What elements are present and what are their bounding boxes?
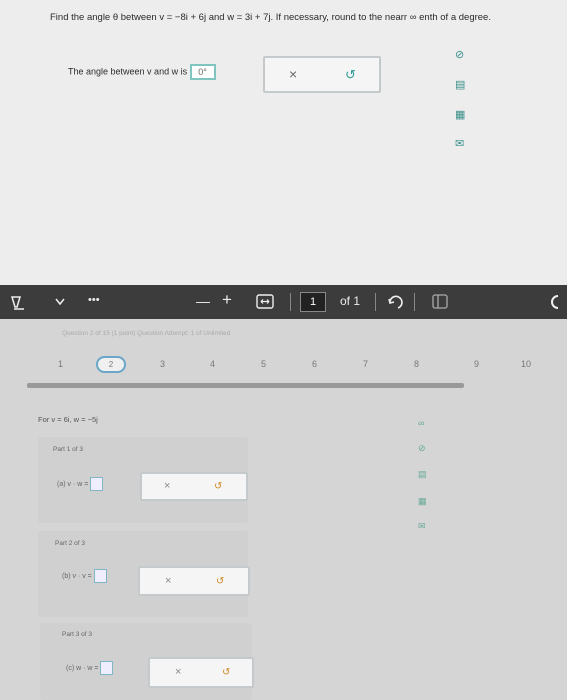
part-1-title: Part 1 of 3 xyxy=(53,446,83,453)
part-2-clear-button[interactable]: × xyxy=(165,575,171,587)
answer-line: The angle between v and w is 0° xyxy=(68,64,216,80)
part-2-label: (b) v · v = xyxy=(62,572,92,580)
part-1-controls: × ↺ xyxy=(140,472,248,501)
zoom-out-button[interactable]: — xyxy=(196,293,210,309)
question-nav-8[interactable]: 8 xyxy=(414,359,419,369)
infinity-icon[interactable]: ∞ xyxy=(418,418,424,428)
question-nav-4[interactable]: 4 xyxy=(210,359,215,369)
page-view-icon[interactable] xyxy=(432,294,448,309)
question-nav-10[interactable]: 10 xyxy=(521,359,531,369)
pdf-toolbar: ••• — + 1 of 1 xyxy=(0,285,567,319)
undo-button[interactable]: ↺ xyxy=(345,67,356,83)
question-nav-2[interactable]: 2 xyxy=(96,356,126,373)
part-2-prompt: (b) v · v = xyxy=(62,569,107,583)
chevron-down-icon[interactable] xyxy=(55,298,65,306)
divider xyxy=(414,293,415,311)
check-icon[interactable]: ⊘ xyxy=(418,443,426,454)
answer-controls: × ↺ xyxy=(263,56,381,93)
question-info: Question 2 of 15 (1 point) Question Atte… xyxy=(62,330,231,337)
part-1-prompt: (a) v · w = xyxy=(57,477,104,491)
part-2-undo-button[interactable]: ↺ xyxy=(216,576,224,587)
question-nav-1[interactable]: 1 xyxy=(58,359,63,369)
fit-page-icon[interactable] xyxy=(256,294,274,309)
current-question-area: Question 2 of 15 (1 point) Question Atte… xyxy=(0,319,567,700)
part-2-title: Part 2 of 3 xyxy=(55,540,85,547)
part-2-input[interactable] xyxy=(93,569,107,583)
mail-icon[interactable]: ✉ xyxy=(418,521,426,532)
question-nav-6[interactable]: 6 xyxy=(312,359,317,369)
part-3-undo-button[interactable]: ↺ xyxy=(222,667,230,678)
part-3-prompt: (c) w · w = xyxy=(66,661,114,675)
more-options-button[interactable]: ••• xyxy=(88,294,100,306)
question-nav-7[interactable]: 7 xyxy=(363,359,368,369)
progress-bar xyxy=(27,383,464,388)
check-icon[interactable]: ⊘ xyxy=(455,48,464,61)
question-nav-5[interactable]: 5 xyxy=(261,359,266,369)
part-2-controls: × ↺ xyxy=(138,566,250,596)
part-1-label: (a) v · w = xyxy=(57,480,89,488)
part-1-clear-button[interactable]: × xyxy=(164,480,170,492)
given-vectors: For v = 6i, w = −5j xyxy=(38,415,98,424)
part-3-label: (c) w · w = xyxy=(66,664,99,672)
part-3-title: Part 3 of 3 xyxy=(62,631,92,638)
grid-icon[interactable]: ▦ xyxy=(455,108,465,121)
highlighter-icon[interactable] xyxy=(10,294,28,310)
answer-label: The angle between v and w is xyxy=(68,66,188,77)
page-count: of 1 xyxy=(340,294,361,308)
page-number-input[interactable]: 1 xyxy=(300,292,326,312)
divider xyxy=(290,293,291,311)
previous-question-area: Find the angle θ between v = −8i + 6j an… xyxy=(0,0,567,285)
question-text: Find the angle θ between v = −8i + 6j an… xyxy=(50,12,491,23)
divider xyxy=(375,293,376,311)
part-3-clear-button[interactable]: × xyxy=(175,666,181,678)
rotate-icon[interactable] xyxy=(386,293,406,311)
question-nav-9[interactable]: 9 xyxy=(474,359,479,369)
part-3-input[interactable] xyxy=(100,661,114,675)
document-icon[interactable]: ▤ xyxy=(455,78,465,91)
part-3-controls: × ↺ xyxy=(148,657,254,688)
question-nav-3[interactable]: 3 xyxy=(160,359,165,369)
clear-button[interactable]: × xyxy=(289,66,297,82)
document-icon[interactable]: ▤ xyxy=(418,469,427,480)
zoom-in-button[interactable]: + xyxy=(222,290,232,310)
angle-answer-input[interactable]: 0° xyxy=(189,64,216,80)
mail-icon[interactable]: ✉ xyxy=(455,137,464,150)
part-1-input[interactable] xyxy=(90,477,104,491)
part-1-undo-button[interactable]: ↺ xyxy=(214,481,222,492)
sidebar-toggle-icon[interactable] xyxy=(547,294,561,310)
grid-icon[interactable]: ▦ xyxy=(418,496,427,507)
